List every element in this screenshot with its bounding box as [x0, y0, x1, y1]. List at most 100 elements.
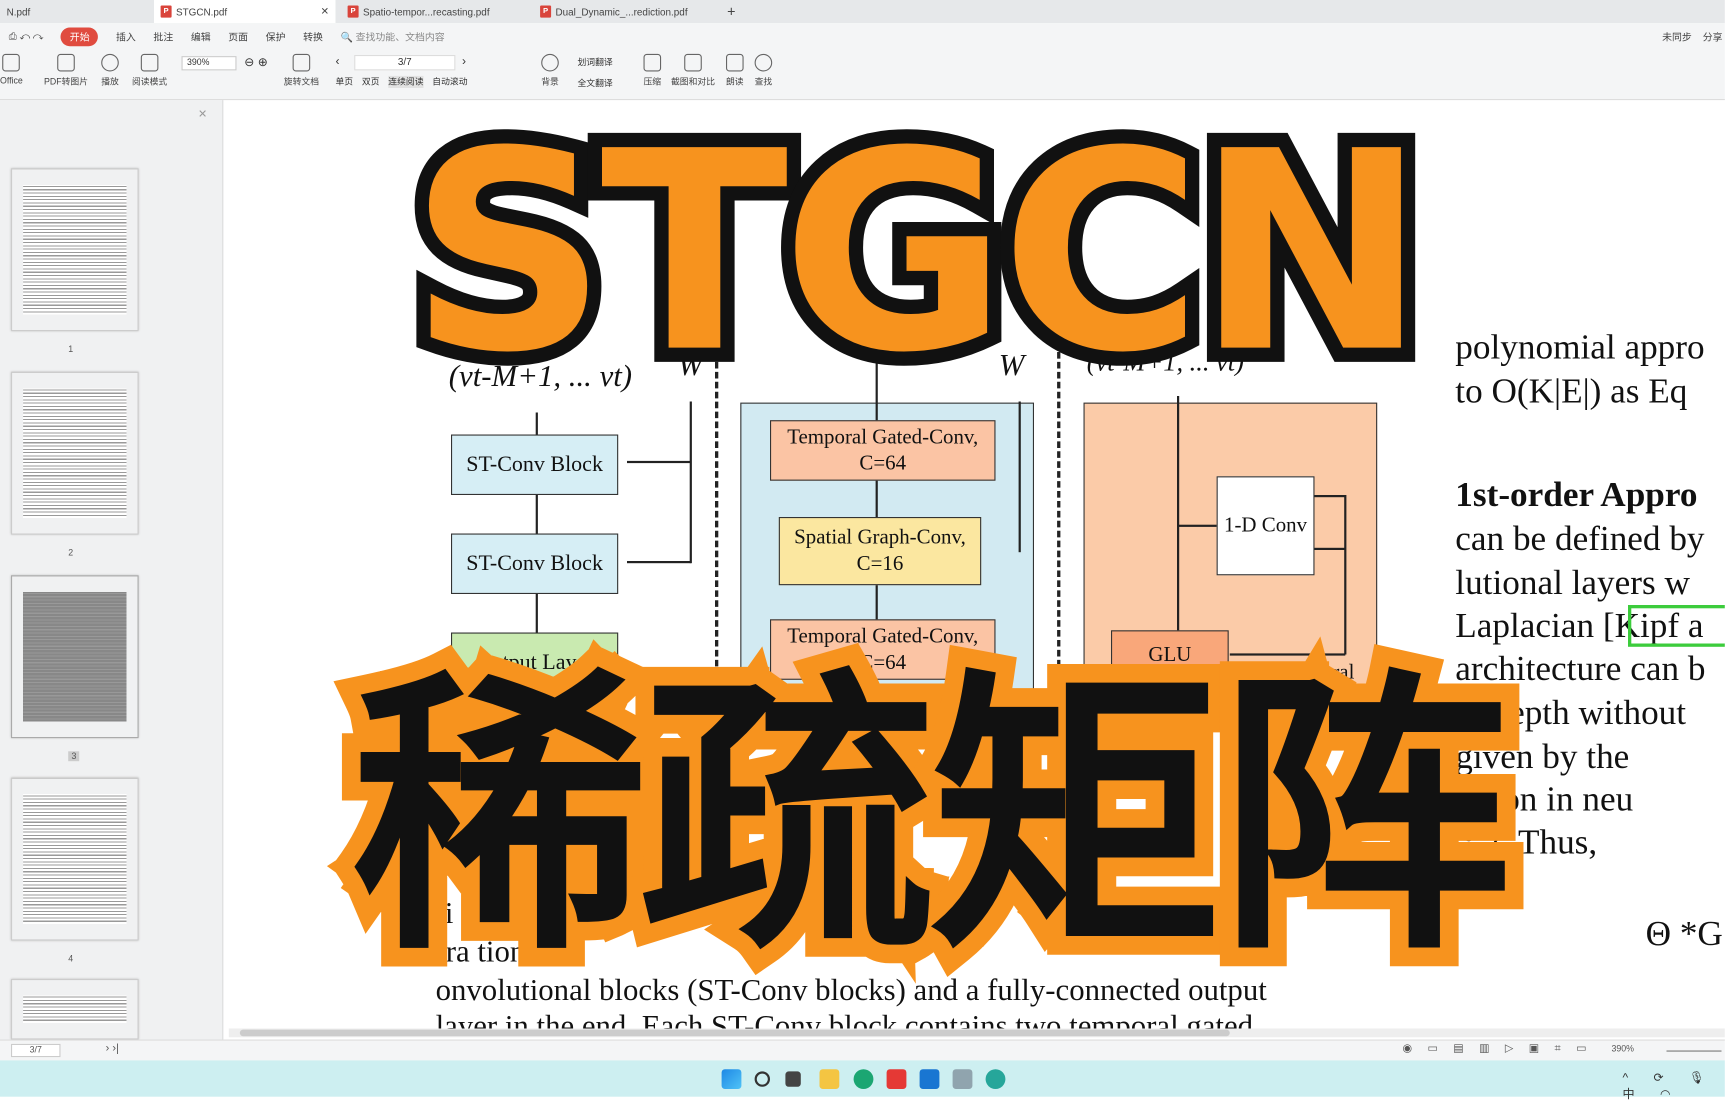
find-button[interactable]: 查找 [754, 53, 773, 88]
label: 截图和对比 [671, 77, 715, 87]
page-number: 2 [68, 547, 74, 558]
connector [1177, 524, 1217, 527]
ime-indicator[interactable]: 中 [1623, 1088, 1646, 1101]
label: 查找 [754, 77, 773, 87]
share-button[interactable]: 分享 [1703, 29, 1723, 43]
image-icon [57, 53, 75, 72]
connector [1344, 495, 1347, 655]
menu-protect[interactable]: 保护 [266, 29, 286, 43]
label: 背景 [541, 77, 559, 87]
label: PDF转图片 [44, 77, 88, 87]
status-zoom[interactable]: 390% [1612, 1044, 1635, 1054]
play-icon [101, 53, 119, 72]
continuous-read-button[interactable]: 连续阅读 [388, 75, 424, 88]
close-panel-icon[interactable]: ✕ [198, 109, 207, 121]
page-input[interactable]: 3/7 [354, 55, 456, 71]
thumbnail-panel: ✕ 1 2 3 4 [0, 100, 224, 1040]
read-aloud-button[interactable]: 朗读 [726, 53, 744, 88]
connector [1314, 495, 1346, 498]
task-view-icon[interactable] [785, 1071, 801, 1087]
wps-icon[interactable] [886, 1069, 907, 1089]
st-conv-block-2: ST-Conv Block [451, 533, 619, 594]
compress-icon [643, 53, 662, 72]
equation: Θ *G [1645, 913, 1723, 953]
single-page-button[interactable]: 单页 [336, 76, 354, 88]
close-icon[interactable]: ✕ [321, 6, 329, 18]
read-mode-button[interactable]: 阅读模式 [132, 53, 168, 88]
eye-icon [541, 53, 559, 72]
rotate-icon [292, 53, 311, 72]
rotate-button[interactable]: 旋转文档 [283, 53, 319, 88]
menu-page[interactable]: 页面 [228, 29, 248, 43]
menu-insert[interactable]: 插入 [116, 29, 136, 43]
thumbnail-page-1[interactable] [11, 168, 139, 332]
search-placeholder: 查找功能、文档内容 [355, 31, 445, 43]
arrow [627, 561, 691, 564]
scrollbar-thumb[interactable] [239, 1029, 1230, 1037]
new-tab-button[interactable]: + [721, 0, 743, 23]
compress-button[interactable]: 压缩 [643, 53, 662, 88]
system-tray[interactable]: ^ ⟳ 🎙 中 ◠ [1623, 1070, 1725, 1102]
print-icon[interactable]: ⎙ ↶ ↷ [9, 30, 44, 42]
book-icon [140, 53, 159, 72]
search-icon[interactable] [754, 1071, 770, 1087]
menu-convert[interactable]: 转换 [303, 29, 323, 43]
full-translate-button[interactable]: 全文翻译 [578, 77, 613, 89]
tab-label: N.pdf [6, 6, 31, 18]
connector [1314, 547, 1346, 550]
office-button[interactable]: Office [0, 53, 23, 86]
prev-page-button[interactable]: ‹ [336, 55, 340, 68]
tab-label: Spatio-tempor...recasting.pdf [363, 6, 490, 18]
app-icon[interactable] [985, 1069, 1006, 1089]
overlay-title: STGCN [395, 92, 1441, 413]
label: Office [0, 75, 23, 86]
pdf-to-image-button[interactable]: PDF转图片 [44, 53, 88, 88]
label: 阅读模式 [132, 77, 168, 87]
thumbnail-page-5[interactable] [11, 979, 139, 1040]
st-conv-block-1: ST-Conv Block [451, 434, 619, 495]
thumbnail-page-4[interactable] [11, 777, 139, 941]
tab-dual[interactable]: P Dual_Dynamic_...rediction.pdf [534, 0, 710, 23]
zoom-buttons[interactable]: ⊖ ⊕ [244, 55, 268, 69]
menu-start[interactable]: 开始 [60, 26, 99, 46]
citation-highlight[interactable] [1628, 605, 1725, 647]
pdf-icon: P [347, 5, 359, 18]
sync-status[interactable]: 未同步 [1662, 29, 1692, 43]
search-input[interactable]: 🔍 查找功能、文档内容 [341, 29, 445, 43]
tab-n-pdf[interactable]: N.pdf [0, 0, 143, 23]
auto-scroll-button[interactable]: 自动滚动 [432, 76, 467, 88]
app-icon[interactable] [952, 1069, 973, 1089]
zoom-slider[interactable] [1666, 1050, 1722, 1052]
screenshot-icon [684, 53, 702, 72]
connector [1018, 401, 1021, 553]
page-number: 3 [68, 751, 80, 762]
panel-nav-buttons[interactable]: › ›| [106, 1043, 119, 1055]
tab-stgcn[interactable]: P STGCN.pdf ✕ [154, 0, 336, 24]
screenshot-compare-button[interactable]: 截图和对比 [671, 53, 715, 88]
tab-spatio[interactable]: P Spatio-tempor...recasting.pdf [341, 0, 523, 23]
menu-edit[interactable]: 编辑 [191, 29, 211, 43]
label: 旋转文档 [283, 77, 319, 87]
next-page-button[interactable]: › [462, 55, 466, 68]
page-number: 4 [68, 953, 74, 964]
windows-start-icon[interactable] [721, 1069, 742, 1089]
horizontal-scrollbar[interactable] [228, 1028, 1725, 1038]
temporal-gated-conv-1: Temporal Gated-Conv, C=64 [770, 420, 996, 481]
menu-annotate[interactable]: 批注 [153, 29, 173, 43]
word-translate-button[interactable]: 划词翻译 [578, 56, 613, 68]
tab-label: STGCN.pdf [176, 6, 228, 18]
background-button[interactable]: 背景 [541, 53, 559, 88]
file-explorer-icon[interactable] [819, 1069, 840, 1089]
view-mode-icons[interactable]: ◉▭▤▥▷▣⌗▭ [1403, 1043, 1602, 1055]
vscode-icon[interactable] [919, 1069, 940, 1089]
thumbnail-page-2[interactable] [11, 371, 139, 535]
zoom-select[interactable]: 390% [181, 56, 237, 71]
double-page-button[interactable]: 双页 [362, 76, 380, 88]
thumbnail-page-3[interactable] [11, 575, 139, 739]
office-icon [2, 53, 21, 72]
panel-page-input[interactable]: 3/7 [11, 1043, 61, 1058]
tab-bar: N.pdf P STGCN.pdf ✕ P Spatio-tempor...recas… [0, 0, 1725, 24]
edge-icon[interactable] [853, 1069, 874, 1089]
play-button[interactable]: 播放 [101, 53, 119, 88]
body-text-line: polynomial appro [1455, 326, 1705, 367]
